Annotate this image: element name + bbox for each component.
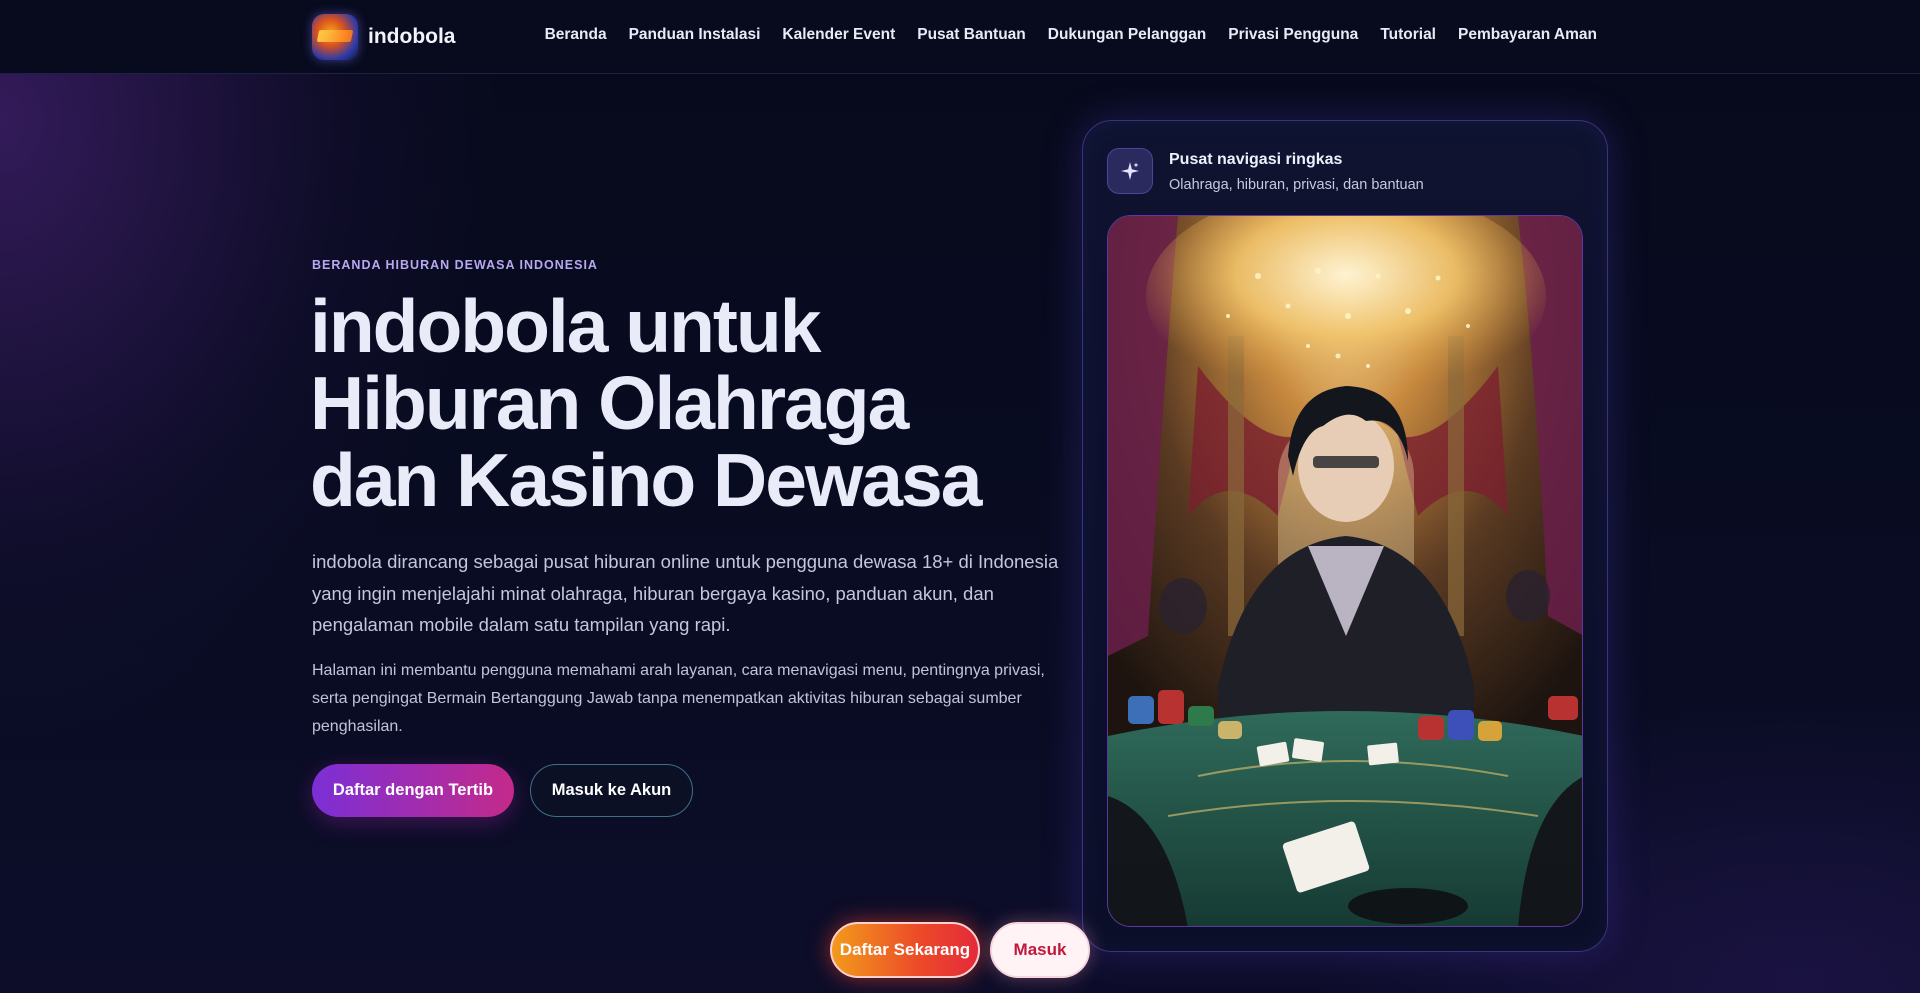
- floating-register-button[interactable]: Daftar Sekarang: [830, 922, 980, 978]
- hero-title-line-1: indobola untuk: [310, 284, 821, 368]
- main-nav: Beranda Panduan Instalasi Kalender Event…: [545, 26, 1597, 44]
- casino-dealer-illustration: [1107, 215, 1583, 927]
- nav-item-dukungan-pelanggan[interactable]: Dukungan Pelanggan: [1048, 26, 1206, 44]
- nav-item-kalender-event[interactable]: Kalender Event: [782, 26, 895, 44]
- card-subtitle: Olahraga, hiburan, privasi, dan bantuan: [1169, 177, 1424, 193]
- floating-login-button[interactable]: Masuk: [990, 922, 1090, 978]
- register-button[interactable]: Daftar dengan Tertib: [312, 764, 514, 817]
- nav-item-beranda[interactable]: Beranda: [545, 26, 607, 44]
- nav-item-pembayaran-aman[interactable]: Pembayaran Aman: [1458, 26, 1597, 44]
- brand-name: indobola: [368, 25, 456, 48]
- hero-subtext: Halaman ini membantu pengguna memahami a…: [312, 662, 1045, 735]
- hero-title-line-3: dan Kasino Dewasa: [310, 438, 982, 522]
- nav-item-pusat-bantuan[interactable]: Pusat Bantuan: [917, 26, 1026, 44]
- card-title: Pusat navigasi ringkas: [1169, 151, 1343, 168]
- hero-title: indobola untuk Hiburan Olahraga dan Kasi…: [310, 288, 1030, 519]
- navigation-card: Pusat navigasi ringkas Olahraga, hiburan…: [1082, 120, 1608, 952]
- nav-item-tutorial[interactable]: Tutorial: [1380, 26, 1436, 44]
- nav-item-privasi-pengguna[interactable]: Privasi Pengguna: [1228, 26, 1358, 44]
- hero-lead: indobola dirancang sebagai pusat hiburan…: [312, 551, 1059, 635]
- brand[interactable]: indobola: [312, 14, 456, 60]
- site-header: indobola Beranda Panduan Instalasi Kalen…: [0, 0, 1920, 74]
- hero-title-line-2: Hiburan Olahraga: [310, 361, 909, 445]
- indobola-logo-icon: [312, 14, 358, 60]
- nav-item-panduan-instalasi[interactable]: Panduan Instalasi: [629, 26, 761, 44]
- sparkle-icon: [1107, 148, 1153, 194]
- login-account-button[interactable]: Masuk ke Akun: [530, 764, 693, 817]
- hero-eyebrow: BERANDA HIBURAN DEWASA INDONESIA: [312, 258, 598, 272]
